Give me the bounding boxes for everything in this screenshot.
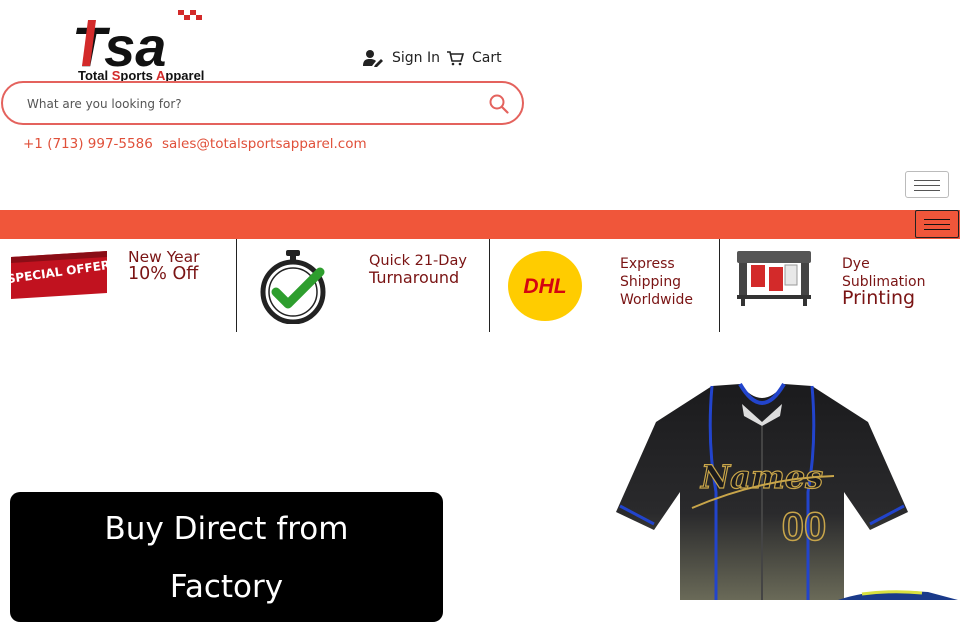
cart-icon xyxy=(447,51,464,66)
hero-banner: Buy Direct from Factory xyxy=(10,492,443,622)
hamburger-line xyxy=(924,224,950,225)
hamburger-line xyxy=(924,229,950,230)
hamburger-line xyxy=(914,185,940,186)
feature-new-year-line1: New Year xyxy=(128,248,200,266)
svg-text:DHL: DHL xyxy=(523,275,566,298)
sign-in-label: Sign In xyxy=(392,50,440,66)
menu-toggle-button[interactable] xyxy=(905,171,949,198)
hamburger-line xyxy=(924,219,950,220)
sign-in-link[interactable]: Sign In xyxy=(362,48,440,68)
nav-bar xyxy=(0,210,960,239)
checkered-flag-icon xyxy=(178,10,202,20)
feature-divider xyxy=(719,239,720,332)
feature-shipping-text: Express Shipping Worldwide xyxy=(620,256,693,308)
cart-link[interactable]: Cart xyxy=(446,48,502,68)
stopwatch-check-icon xyxy=(260,250,326,324)
dhl-logo: DHL xyxy=(508,251,582,321)
search-bar xyxy=(1,81,524,125)
search-input[interactable] xyxy=(25,93,469,115)
feature-printing-text: Printing xyxy=(842,287,916,309)
cart-label: Cart xyxy=(472,50,502,66)
second-jersey-image xyxy=(838,590,958,600)
feature-divider xyxy=(489,239,490,332)
feature-divider xyxy=(236,239,237,332)
feature-turnaround-line2: Turnaround xyxy=(369,268,460,287)
phone-link[interactable]: +1 (713) 997-5586 xyxy=(23,136,153,152)
user-edit-icon xyxy=(363,50,383,67)
printer-icon xyxy=(737,251,811,306)
hamburger-line xyxy=(914,190,940,191)
search-icon[interactable] xyxy=(488,93,510,115)
nav-menu-toggle-button[interactable] xyxy=(915,210,959,238)
baseball-jersey-image: Names 00 xyxy=(616,382,908,600)
feature-turnaround-line1: Quick 21-Day xyxy=(369,253,467,269)
feature-new-year-line2: 10% Off xyxy=(128,264,199,284)
hamburger-line xyxy=(914,180,940,181)
svg-text:00: 00 xyxy=(782,505,827,549)
special-offer-image: SPECIAL OFFER xyxy=(9,251,109,299)
email-link[interactable]: sales@totalsportsapparel.com xyxy=(162,136,367,152)
hero-title: Buy Direct from Factory xyxy=(104,511,349,605)
